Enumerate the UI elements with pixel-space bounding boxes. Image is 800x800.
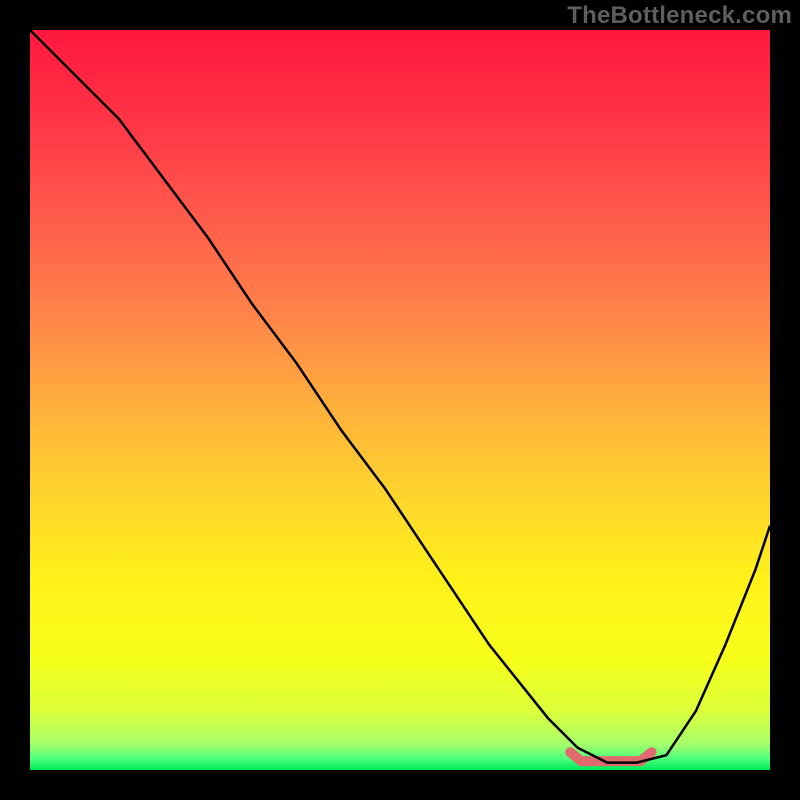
- plot-area: [30, 30, 770, 770]
- chart-svg: [30, 30, 770, 770]
- heatmap-background: [30, 30, 770, 770]
- chart-frame: TheBottleneck.com: [0, 0, 800, 800]
- watermark-text: TheBottleneck.com: [567, 2, 792, 30]
